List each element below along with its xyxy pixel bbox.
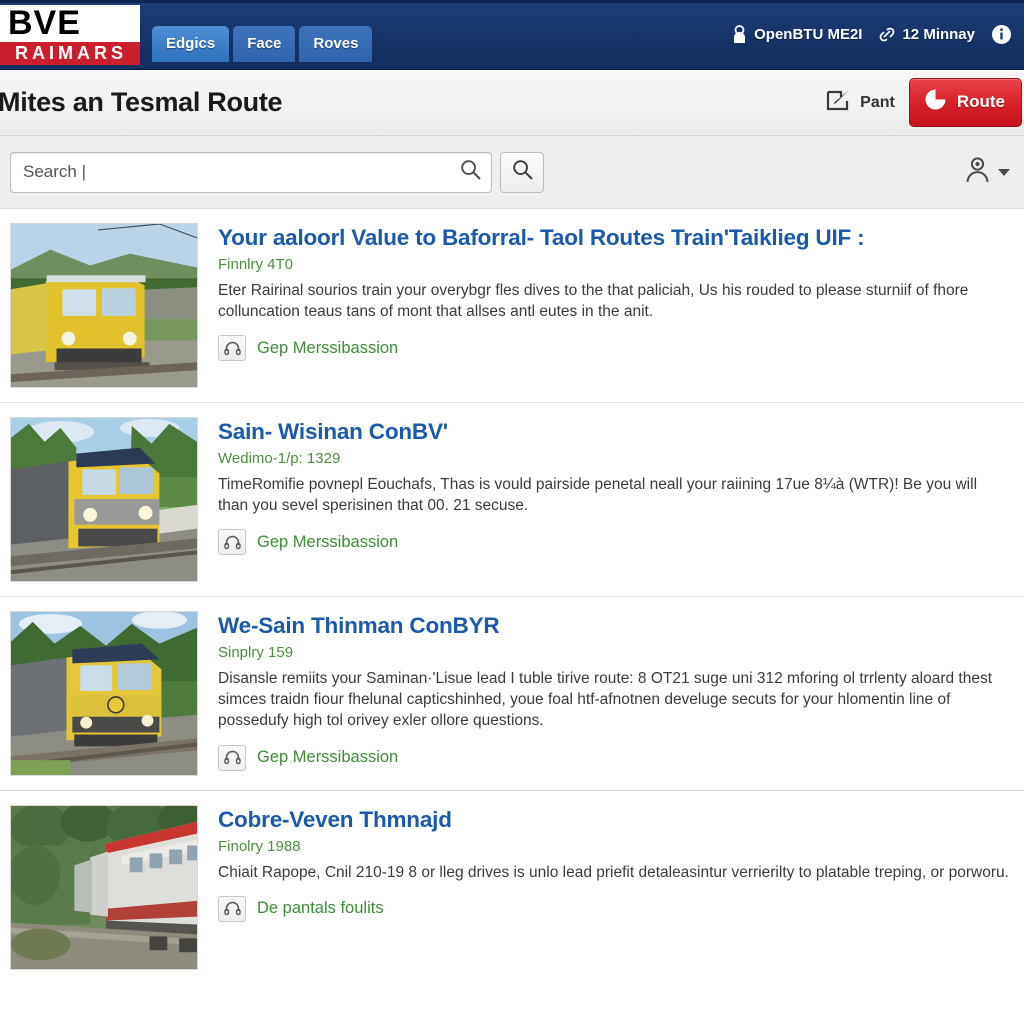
nav-tab-face[interactable]: Face (233, 25, 296, 62)
account-status-label: OpenBTU ME2I (754, 26, 863, 43)
user-avatar-icon (964, 156, 991, 189)
result-description: Chiait Rapope, Cnil 210-19 8 or lleg dri… (218, 863, 1009, 881)
result-action-link[interactable]: Gep Merssibassion (218, 335, 1010, 362)
power-circle-icon (924, 88, 947, 116)
page-header-actions: Pant Route (826, 78, 1022, 127)
result-description: TimeRomifie povnepl Eouchafs, Thas is vo… (218, 475, 978, 514)
result-description: Eter Rairinal sourios train your overybg… (218, 281, 969, 320)
headset-icon (218, 895, 246, 922)
yellow-locomotive-photo[interactable] (10, 223, 198, 388)
yellow-grey-emu-photo[interactable] (10, 417, 198, 582)
result-action-label: Gep Merssibassion (257, 748, 399, 767)
route-button-label: Route (956, 92, 1005, 111)
search-submit-button[interactable] (500, 151, 544, 193)
pant-edit-label: Pant (860, 93, 895, 111)
result-subtitle: Finolry 1988 (218, 837, 301, 855)
result-content: Sain- Wisinan ConBV' Wedimo-1/p: 1329 Ti… (198, 417, 1010, 582)
page-header-bar: Mites an Tesmal Route Pant Route (0, 70, 1024, 136)
result-action-label: Gep Merssibassion (257, 338, 399, 357)
headset-icon (218, 529, 246, 556)
top-navigation-bar: BVE RAIMARS Edgics Face Roves OpenBTU ME… (0, 0, 1024, 70)
nav-tab-edgics[interactable]: Edgics (152, 25, 230, 62)
result-action-link[interactable]: De pantals foulits (218, 895, 1010, 922)
route-button[interactable]: Route (908, 78, 1022, 127)
search-toolbar (0, 136, 1024, 209)
result-subtitle: Finnlry 4T0 (218, 255, 294, 273)
result-content: Your aaloorl Value to Baforral- Taol Rou… (198, 223, 1010, 388)
yellow-grey-railcar-photo[interactable] (10, 611, 198, 776)
result-item[interactable]: Your aaloorl Value to Baforral- Taol Rou… (0, 209, 1024, 403)
result-action-link[interactable]: Gep Merssibassion (218, 529, 1010, 556)
result-description: Disansle remiits your Saminan·'Lisue lea… (218, 669, 993, 730)
account-status-item[interactable]: OpenBTU ME2I (731, 25, 862, 44)
info-button[interactable] (991, 24, 1012, 45)
result-item[interactable]: Cobre-Veven Thmnajd Finolry 1988 Chiait … (0, 791, 1024, 984)
result-action-link[interactable]: Gep Merssibassion (218, 744, 1010, 771)
minutes-indicator-item[interactable]: 12 Minnay (878, 26, 975, 43)
minutes-indicator-label: 12 Minnay (902, 26, 975, 43)
brand-logo-secondary: RAIMARS (0, 41, 140, 65)
result-action-label: De pantals foulits (257, 899, 384, 918)
result-subtitle: Wedimo-1/p: 1329 (218, 449, 341, 467)
result-title[interactable]: We-Sain Thinman ConBYR (218, 613, 1010, 640)
top-navigation-right-group: OpenBTU ME2I 12 Minnay (731, 24, 1016, 45)
result-item[interactable]: Sain- Wisinan ConBV' Wedimo-1/p: 1329 Ti… (0, 403, 1024, 597)
info-icon (991, 24, 1012, 45)
silver-passenger-cars-photo[interactable] (10, 805, 198, 970)
link-icon (878, 26, 896, 43)
headset-icon (218, 744, 246, 771)
nav-tab-roves[interactable]: Roves (299, 25, 373, 62)
result-item[interactable]: We-Sain Thinman ConBYR Sinplry 159 Disan… (0, 597, 1024, 791)
account-menu[interactable] (964, 156, 1010, 189)
page-title: Mites an Tesmal Route (0, 87, 283, 117)
search-input[interactable] (10, 151, 492, 193)
result-subtitle: Sinplry 159 (218, 643, 294, 661)
result-action-label: Gep Merssibassion (257, 532, 399, 551)
result-title[interactable]: Your aaloorl Value to Baforral- Taol Rou… (218, 225, 1010, 252)
chevron-down-icon (998, 168, 1010, 176)
result-title[interactable]: Cobre-Veven Thmnajd (218, 807, 1010, 834)
headset-icon (218, 335, 246, 362)
pant-edit-button[interactable]: Pant (826, 89, 895, 117)
result-content: We-Sain Thinman ConBYR Sinplry 159 Disan… (198, 611, 1010, 776)
user-lock-icon (731, 25, 748, 44)
brand-logo[interactable]: BVE RAIMARS (0, 4, 140, 65)
result-content: Cobre-Veven Thmnajd Finolry 1988 Chiait … (198, 805, 1010, 970)
brand-logo-primary: BVE (0, 4, 140, 42)
search-icon (512, 159, 533, 185)
edit-square-icon (826, 89, 851, 117)
search-field-wrapper (10, 151, 492, 193)
search-results-list: Your aaloorl Value to Baforral- Taol Rou… (0, 209, 1024, 984)
result-title[interactable]: Sain- Wisinan ConBV' (218, 419, 1010, 446)
nav-tabs: Edgics Face Roves (152, 0, 373, 70)
